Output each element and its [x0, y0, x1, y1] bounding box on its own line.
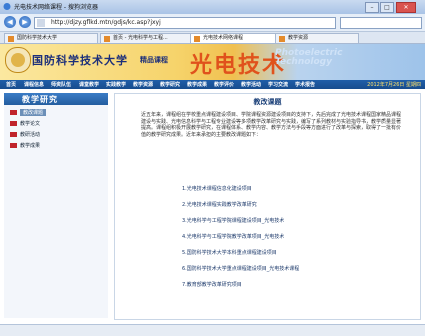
address-bar: ◀ ▶ http://djzy.gflkd.mtn/gdjs/kc.asp?jx…	[0, 14, 425, 32]
nav-item[interactable]: 教学成果	[187, 81, 207, 88]
main-panel: 教改课题 近五年来，课程组在学校重点课程建设项目、学院课程资源建设项目的支持下，…	[114, 93, 421, 320]
sidebar-header: 教学研究	[4, 93, 108, 105]
minimize-button[interactable]: –	[365, 2, 379, 13]
tab-label: 教学资源	[288, 35, 309, 41]
nav-item[interactable]: 学习交流	[268, 81, 288, 88]
page-content: 教学研究 教改课题 教学论文 教研活动 教学成果 教改课题 近五年来，课程组在学…	[0, 89, 425, 324]
school-name: 国防科学技术大学	[32, 54, 128, 67]
back-button[interactable]: ◀	[4, 16, 16, 28]
project-link[interactable]: 6.国防科学技术大学重点课程建设项目_光电技术课程	[182, 265, 299, 272]
url-input[interactable]: http://djzy.gflkd.mtn/gdjs/kc.asp?jxyj	[34, 17, 336, 29]
project-link[interactable]: 2.光电技术课程实践教学改革研究	[182, 201, 257, 208]
tab-2[interactable]: 首页 - 光电科学与工程...	[100, 33, 194, 43]
project-link[interactable]: 4.光电科学与工程学院教学改革项目_光电技术	[182, 233, 284, 240]
nav-item[interactable]: 首页	[6, 81, 16, 88]
nav-item[interactable]: 教学资源	[133, 81, 153, 88]
sidebar-item-teaching-projects[interactable]: 教改课题	[10, 108, 106, 117]
intro-paragraph: 近五年来，课程组在学校重点课程建设项目、学院课程资源建设项目的支持下，先后完成了…	[141, 112, 402, 138]
sidebar-item-label: 教改课题	[20, 109, 47, 116]
bullet-icon	[10, 110, 17, 115]
search-input[interactable]	[340, 17, 422, 29]
sidebar: 教学研究 教改课题 教学论文 教研活动 教学成果	[4, 93, 108, 318]
sidebar-item-label: 教学论文	[20, 121, 41, 127]
university-seal-icon	[5, 47, 31, 73]
bullet-icon	[10, 121, 17, 126]
window-title: 光电技术网络课程 - 搜狗浏览器	[14, 4, 98, 11]
bullet-icon	[10, 143, 17, 148]
tab-1[interactable]: 国防科学技术大学	[4, 33, 98, 43]
web-page: 国防科学技术大学 精品课程 光电技术 Photoelectric Technol…	[0, 44, 425, 324]
status-bar	[0, 324, 425, 336]
tab-label: 首页 - 光电科学与工程...	[113, 35, 168, 41]
tab-strip: 国防科学技术大学 首页 - 光电科学与工程... 光电技术网络课程 教学资源	[0, 32, 425, 44]
tab-favicon-icon	[8, 36, 14, 42]
tab-favicon-icon	[194, 36, 200, 42]
tab-favicon-icon	[104, 36, 110, 42]
browser-window: 光电技术网络课程 - 搜狗浏览器 – □ ✕ ◀ ▶ http://djzy.g…	[0, 0, 425, 336]
nav-item[interactable]: 师资队伍	[51, 81, 71, 88]
site-banner: 国防科学技术大学 精品课程 光电技术 Photoelectric Technol…	[0, 44, 425, 80]
project-link[interactable]: 5.国防科学技术大学本科重点课程建设项目	[182, 249, 277, 256]
sidebar-item-label: 教研活动	[20, 132, 41, 138]
bullet-icon	[10, 132, 17, 137]
url-text: http://djzy.gflkd.mtn/gdjs/kc.asp?jxyj	[51, 19, 161, 26]
page-title: 教改课题	[253, 98, 282, 106]
current-date: 2012年7月26日 星期四	[367, 82, 421, 88]
nav-item[interactable]: 实践教学	[106, 81, 126, 88]
nav-item[interactable]: 教学活动	[241, 81, 261, 88]
project-link[interactable]: 3.光电科学与工程学院课程建设项目_光电技术	[182, 217, 284, 224]
tab-favicon-icon	[279, 36, 285, 42]
main-nav: 首页 课程信息 师资队伍 课堂教学 实践教学 教学资源 教学研究 教学成果 教学…	[0, 80, 425, 89]
project-link[interactable]: 7.教育部教学改革研究项目	[182, 281, 242, 288]
nav-item[interactable]: 教学评价	[214, 81, 234, 88]
course-title: 光电技术	[190, 52, 287, 78]
close-button[interactable]: ✕	[396, 2, 416, 13]
sidebar-item-achievements[interactable]: 教学成果	[10, 141, 106, 150]
browser-logo-icon	[3, 3, 11, 10]
sidebar-item-activities[interactable]: 教研活动	[10, 130, 106, 139]
nav-item[interactable]: 学术报告	[295, 81, 315, 88]
sidebar-item-label: 教学成果	[20, 143, 41, 149]
title-bar: 光电技术网络课程 - 搜狗浏览器 – □ ✕	[0, 0, 425, 14]
nav-item[interactable]: 教学研究	[160, 81, 180, 88]
course-english: Photoelectric Technology	[275, 49, 342, 67]
nav-item[interactable]: 课堂教学	[79, 81, 99, 88]
tab-4[interactable]: 教学资源	[275, 33, 359, 43]
banner-tag: 精品课程	[140, 56, 168, 64]
project-link[interactable]: 1.光电技术课程信息化建设项目	[182, 185, 252, 192]
page-icon	[37, 19, 45, 27]
maximize-button[interactable]: □	[380, 2, 394, 13]
tab-label: 光电技术网络课程	[203, 35, 244, 41]
forward-button[interactable]: ▶	[19, 16, 31, 28]
course-english-line2: Technology	[275, 57, 332, 67]
nav-item[interactable]: 课程信息	[24, 81, 44, 88]
tab-label: 国防科学技术大学	[17, 35, 58, 41]
sidebar-title: 教学研究	[22, 95, 58, 104]
sidebar-item-papers[interactable]: 教学论文	[10, 119, 106, 128]
tab-3-active[interactable]: 光电技术网络课程	[190, 33, 284, 43]
